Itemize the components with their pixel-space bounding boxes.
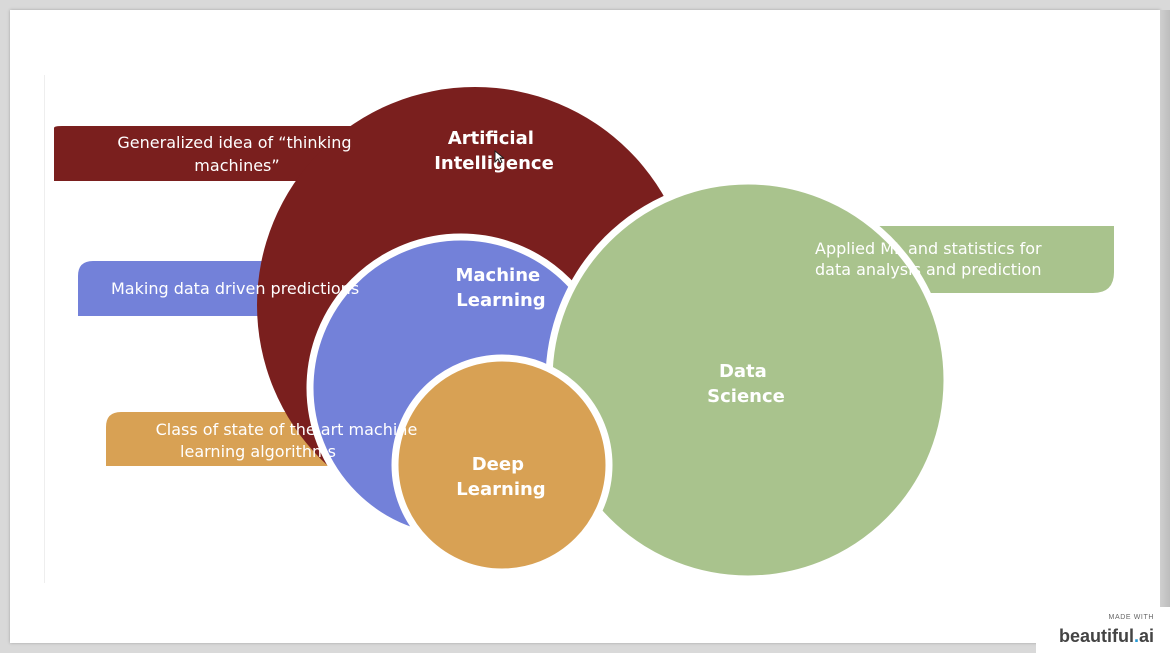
mouse-pointer-icon: [494, 150, 504, 164]
made-with-label: MADE WITH: [1108, 614, 1154, 621]
ai-ml-dl-ds-diagram: Generalized idea of “thinking machines” …: [54, 87, 1114, 583]
ml-callout-text: Making data driven predictions: [111, 279, 359, 298]
made-with-badge[interactable]: MADE WITH beautiful.ai: [1036, 607, 1170, 653]
brand-logo: beautiful.ai: [1058, 626, 1154, 646]
